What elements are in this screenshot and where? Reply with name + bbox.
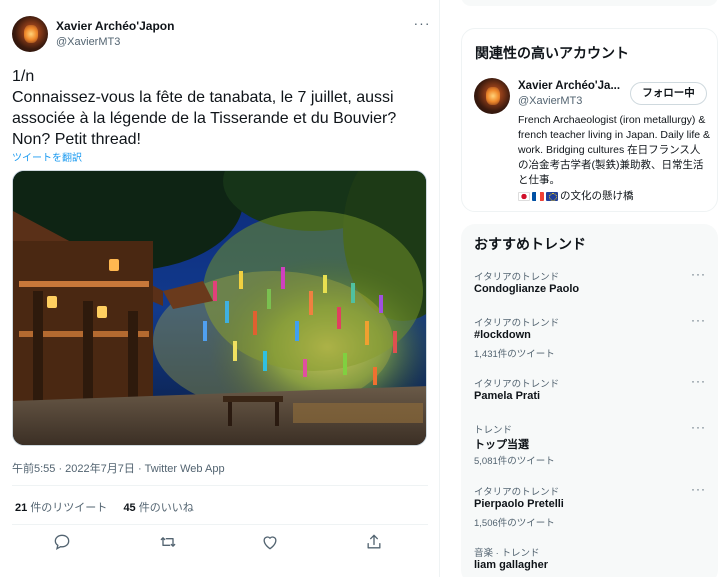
trend-name: #lockdown: [474, 329, 531, 341]
author-handle[interactable]: @XavierMT3: [56, 36, 120, 48]
retweet-icon: [160, 537, 176, 547]
japan-flag-icon: [518, 191, 530, 201]
search-panel-edge: [461, 0, 718, 6]
avatar[interactable]: [12, 16, 48, 52]
related-accounts-panel: 関連性の高いアカウント Xavier Archéo'Ja... @XavierM…: [461, 28, 718, 212]
france-flag-icon: [532, 191, 544, 201]
heart-icon: [263, 536, 277, 550]
avatar[interactable]: [474, 78, 510, 114]
tanabata-night-photo: [13, 171, 426, 445]
tweet-actions: [12, 530, 428, 556]
trend-context: イタリアのトレンド: [474, 272, 560, 283]
related-account-name[interactable]: Xavier Archéo'Ja...: [518, 80, 620, 92]
trend-item[interactable]: 音楽 · トレンド liam gallagher: [461, 545, 718, 577]
tweet-header: Xavier Archéo'Japon @XavierMT3 ···: [12, 16, 432, 54]
trend-name: Pierpaolo Pretelli: [474, 498, 564, 510]
related-account-handle[interactable]: @XavierMT3: [518, 95, 582, 107]
trend-item[interactable]: イタリアのトレンド Pierpaolo Pretelli 1,506件のツイート…: [461, 482, 718, 540]
trend-name: Pamela Prati: [474, 390, 541, 402]
eu-flag-icon: [546, 191, 558, 201]
trend-name: Condoglianze Paolo: [474, 283, 580, 295]
divider: [12, 524, 428, 525]
trends-title: おすすめトレンド: [474, 236, 586, 252]
trend-item[interactable]: イタリアのトレンド #lockdown 1,431件のツイート ···: [461, 313, 718, 371]
trend-tweet-count: 1,431件のツイート: [474, 349, 555, 360]
more-options-icon[interactable]: ···: [412, 16, 432, 36]
retweet-count[interactable]: 21: [15, 502, 27, 514]
tweet-text: 1/n Connaissez-vous la fête de tanabata,…: [12, 68, 397, 148]
trend-context: イタリアのトレンド: [474, 318, 560, 329]
trend-more-icon[interactable]: ···: [691, 420, 706, 434]
translate-tweet-link[interactable]: ツイートを翻訳: [12, 149, 82, 164]
trends-panel: おすすめトレンド イタリアのトレンド Condoglianze Paolo ··…: [461, 224, 718, 577]
trend-context: イタリアのトレンド: [474, 487, 560, 498]
share-icon: [367, 534, 381, 549]
bio-flags: の文化の懸け橋: [518, 189, 634, 203]
like-button[interactable]: [260, 532, 282, 554]
retweet-button[interactable]: [158, 532, 180, 554]
tweet-detail: Xavier Archéo'Japon @XavierMT3 ··· 1/n C…: [0, 0, 440, 577]
trend-more-icon[interactable]: ···: [691, 313, 706, 327]
trend-tweet-count: 5,081件のツイート: [474, 456, 555, 467]
trend-tweet-count: 1,506件のツイート: [474, 518, 555, 529]
related-account-bio: French Archaeologist (iron metallurgy) &…: [518, 114, 711, 186]
trend-context: トレンド: [474, 425, 513, 436]
trend-name: liam gallagher: [474, 559, 548, 571]
related-accounts-title: 関連性の高いアカウント: [475, 45, 629, 61]
tweet-timestamp[interactable]: 午前5:55 · 2022年7月7日 · Twitter Web App: [12, 460, 225, 476]
reply-button[interactable]: [52, 532, 74, 554]
divider: [12, 485, 428, 486]
trend-context: イタリアのトレンド: [474, 379, 560, 390]
trend-context: 音楽 · トレンド: [474, 548, 540, 559]
author-name[interactable]: Xavier Archéo'Japon: [56, 19, 174, 33]
trend-more-icon[interactable]: ···: [691, 267, 706, 281]
bio-suffix: の文化の懸け橋: [560, 190, 634, 202]
like-label[interactable]: 件のいいね: [139, 502, 194, 514]
share-button[interactable]: [364, 532, 386, 554]
trend-item[interactable]: トレンド トップ当選 5,081件のツイート ···: [461, 420, 718, 478]
like-count[interactable]: 45: [123, 502, 135, 514]
trend-more-icon[interactable]: ···: [691, 482, 706, 496]
following-button[interactable]: フォロー中: [630, 82, 707, 105]
tweet-stats: 21 件のリツイート 45 件のいいね: [15, 499, 194, 515]
reply-icon: [54, 534, 70, 550]
retweet-label[interactable]: 件のリツイート: [30, 502, 107, 514]
tweet-photo[interactable]: [12, 170, 427, 446]
trend-name: トップ当選: [474, 439, 529, 451]
trend-more-icon[interactable]: ···: [691, 374, 706, 388]
